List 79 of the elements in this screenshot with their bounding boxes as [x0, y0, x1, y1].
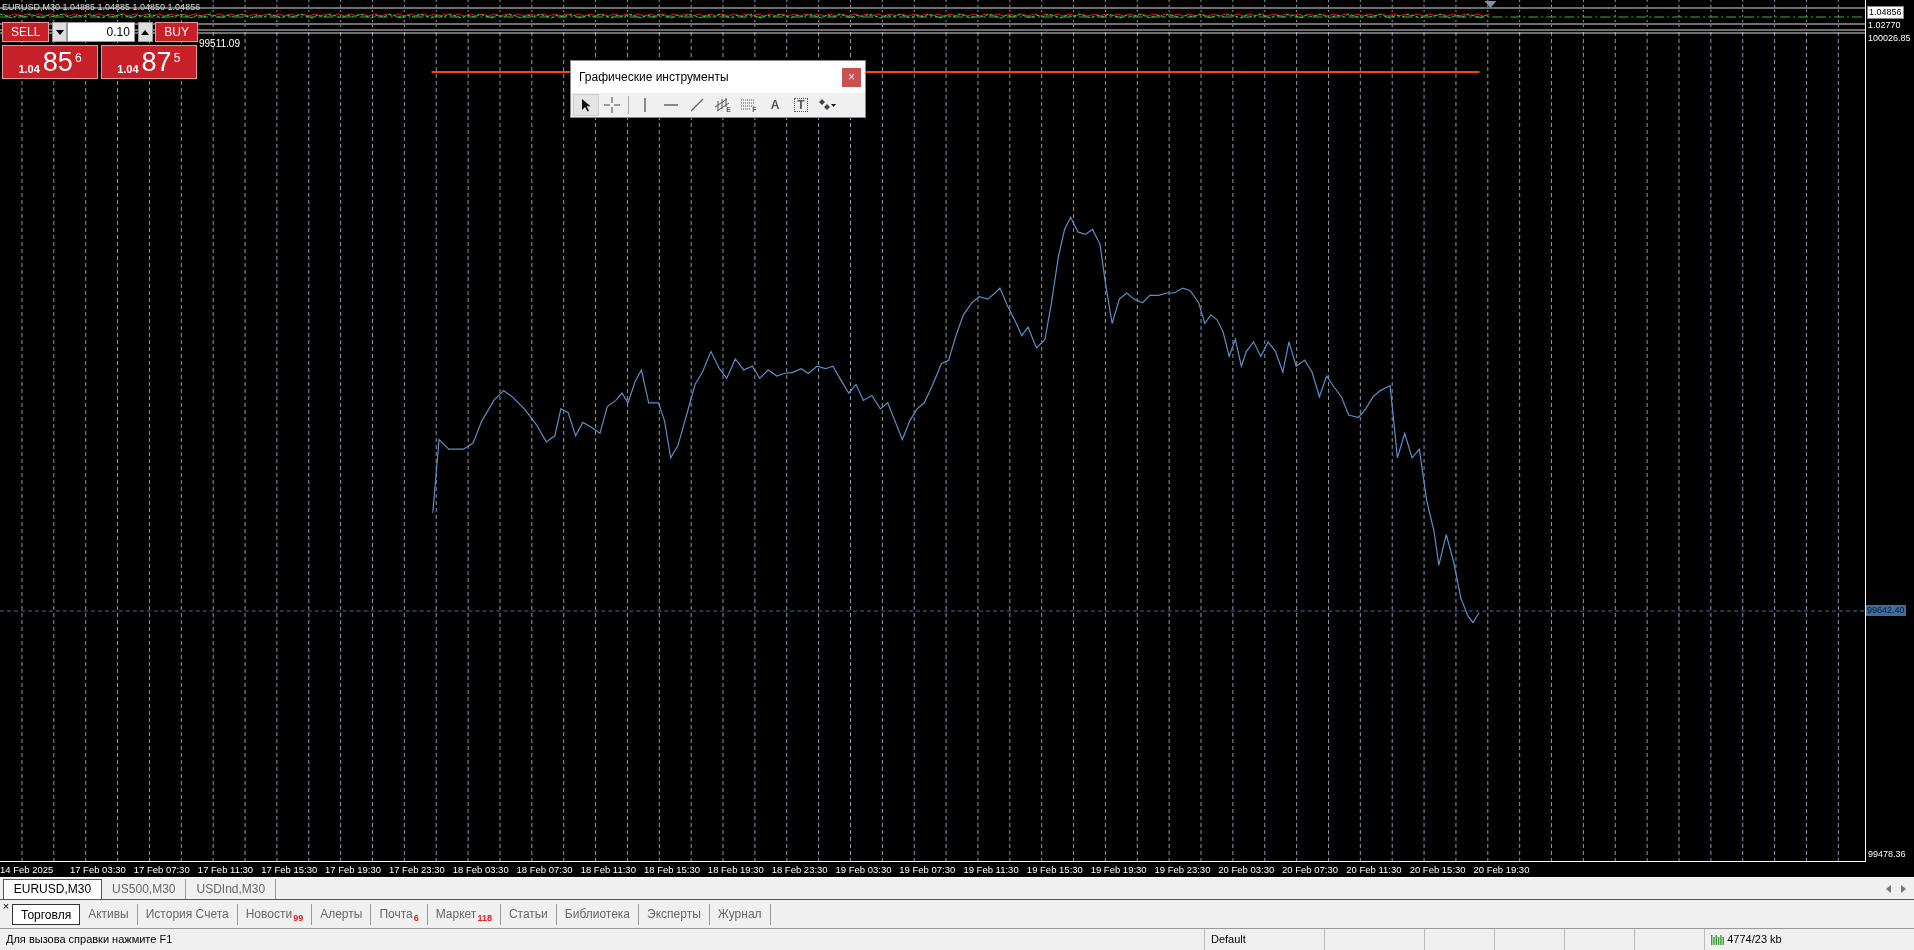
terminal-tab[interactable]: Библиотека	[556, 903, 640, 925]
indicator-value: 99511.09	[199, 37, 240, 51]
crosshair-icon	[604, 97, 620, 113]
lot-decrease-button[interactable]	[52, 22, 67, 42]
close-button[interactable]: ×	[842, 67, 861, 87]
terminal-tab[interactable]: Почта$_{6}$	[371, 903, 428, 925]
scroll-left-icon[interactable]	[1886, 885, 1892, 893]
time-label: 17 Feb 19:30	[324, 863, 383, 877]
time-label: 19 Feb 19:30	[1089, 863, 1148, 877]
time-label: 19 Feb 07:30	[898, 863, 957, 877]
time-label: 18 Feb 19:30	[706, 863, 765, 877]
time-label: 20 Feb 03:30	[1217, 863, 1276, 877]
time-label: 17 Feb 15:30	[260, 863, 319, 877]
lot-input[interactable]: 0.10	[66, 22, 135, 42]
chart-tab[interactable]: EURUSD,M30	[2, 879, 103, 899]
time-label: 19 Feb 11:30	[962, 863, 1020, 877]
price-label: 1.02770	[1867, 20, 1902, 31]
price-label: 99478.36	[1867, 849, 1907, 860]
terminal-tab[interactable]: История Счета	[137, 903, 238, 925]
time-label: 18 Feb 23:30	[770, 863, 829, 877]
sell-button[interactable]: SELL	[2, 22, 50, 42]
terminal-tab[interactable]: Маркет$_{118}$	[427, 903, 501, 925]
time-label: 19 Feb 15:30	[1025, 863, 1084, 877]
scroll-right-icon[interactable]	[1901, 885, 1907, 893]
text-label-tool-button[interactable]: T	[788, 94, 814, 116]
terminal-tab[interactable]: Эксперты	[639, 903, 710, 925]
time-label: 20 Feb 11:30	[1345, 863, 1403, 877]
window-title: Графические инструменты	[578, 69, 730, 86]
time-label: 14 Feb 2025	[0, 863, 55, 877]
price-pips: 85	[42, 47, 73, 76]
time-label: 20 Feb 15:30	[1408, 863, 1467, 877]
time-label: 20 Feb 19:30	[1472, 863, 1531, 877]
time-label: 19 Feb 03:30	[834, 863, 893, 877]
time-label: 18 Feb 03:30	[451, 863, 510, 877]
connection-bars-icon	[1710, 934, 1725, 945]
trendline-icon	[690, 98, 704, 112]
down-arrow-icon	[55, 29, 64, 35]
terminal-tab[interactable]: Статьи	[500, 903, 557, 925]
terminal-tab[interactable]: Активы	[80, 903, 138, 925]
terminal-tab[interactable]: Торговля	[12, 903, 81, 925]
chart-shift-marker-icon	[1484, 1, 1497, 8]
vertical-line-icon	[643, 98, 647, 112]
time-label: 20 Feb 07:30	[1281, 863, 1340, 877]
cursor-icon	[581, 98, 591, 112]
buy-button[interactable]: BUY	[155, 22, 198, 42]
time-label: 18 Feb 07:30	[515, 863, 574, 877]
price-fraction: 6	[74, 49, 82, 67]
time-label: 18 Feb 15:30	[643, 863, 702, 877]
close-button[interactable]: ×	[0, 900, 12, 912]
channel-icon	[715, 98, 730, 112]
time-label: 17 Feb 23:30	[387, 863, 446, 877]
price-pips: 87	[141, 47, 172, 76]
price-prefix: 1.04	[18, 61, 40, 76]
traffic-text: 4774/23 kb	[1727, 932, 1782, 948]
time-label: 17 Feb 07:30	[132, 863, 191, 877]
text-tool-button[interactable]: A	[762, 94, 788, 116]
price-prefix: 1.04	[117, 61, 139, 76]
fibonacci-icon	[741, 99, 756, 111]
cursor-tool-button[interactable]	[573, 94, 599, 116]
horizontal-line-icon	[664, 103, 678, 107]
profile-name: Default	[1205, 929, 1325, 950]
terminal-tab[interactable]: Журнал	[709, 903, 771, 925]
terminal-tab[interactable]: Новости$_{99}$	[237, 903, 313, 925]
price-label: 1.04856	[1867, 6, 1904, 19]
chart-tab[interactable]: US500,M30	[102, 879, 187, 899]
time-label: 19 Feb 23:30	[1153, 863, 1212, 877]
chart-header: EURUSD,M30 1.04885 1.04885 1.04850 1.04856	[2, 1, 201, 14]
up-arrow-icon	[141, 29, 150, 35]
price-label: 99642.40	[1866, 605, 1906, 616]
lot-increase-button[interactable]	[137, 22, 153, 42]
time-label: 17 Feb 11:30	[196, 863, 255, 877]
terminal-tab[interactable]: Алерты	[312, 903, 372, 925]
help-text: Для вызова справки нажмите F1	[0, 929, 1205, 950]
price-fraction: 5	[173, 49, 181, 67]
chart-tab[interactable]: USDInd,M30	[186, 879, 277, 899]
price-label: 100026.85	[1867, 33, 1912, 44]
shapes-dropdown-icon	[818, 99, 836, 111]
time-label: 18 Feb 11:30	[579, 863, 637, 877]
time-label: 17 Feb 03:30	[68, 863, 127, 877]
